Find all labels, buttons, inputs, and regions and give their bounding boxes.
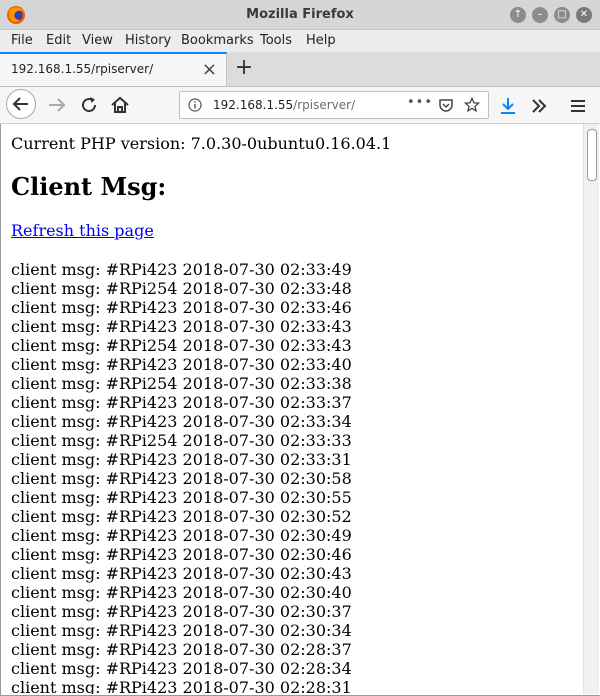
message-line: client msg: #RPi254 2018-07-30 02:33:38 [11, 374, 352, 393]
message-line: client msg: #RPi254 2018-07-30 02:33:43 [11, 336, 352, 355]
home-icon[interactable] [108, 93, 132, 117]
tab-active[interactable]: 192.168.1.55/rpiserver/ × [0, 52, 227, 86]
info-icon[interactable] [188, 98, 202, 112]
message-line: client msg: #RPi423 2018-07-30 02:30:34 [11, 621, 352, 640]
window-border-left [0, 124, 1, 696]
message-line: client msg: #RPi423 2018-07-30 02:30:40 [11, 583, 352, 602]
message-line: client msg: #RPi423 2018-07-30 02:30:49 [11, 526, 352, 545]
pocket-icon[interactable] [438, 97, 454, 113]
message-line: client msg: #RPi423 2018-07-30 02:28:37 [11, 640, 352, 659]
menu-file[interactable]: File [11, 33, 33, 48]
message-line: client msg: #RPi423 2018-07-30 02:33:49 [11, 260, 352, 279]
url-path: /rpiserver/ [293, 98, 356, 112]
message-line: client msg: #RPi423 2018-07-30 02:28:31 [11, 678, 352, 694]
back-icon [12, 97, 28, 111]
menu-edit[interactable]: Edit [46, 33, 71, 48]
tab-close-icon[interactable]: × [202, 59, 217, 80]
menu-bookmarks[interactable]: Bookmarks [181, 33, 254, 48]
vertical-scrollbar[interactable] [583, 124, 599, 694]
message-line: client msg: #RPi423 2018-07-30 02:33:43 [11, 317, 352, 336]
window-titlebar: Mozilla Firefox ↑ – □ ✕ [0, 0, 600, 30]
message-line: client msg: #RPi423 2018-07-30 02:30:55 [11, 488, 352, 507]
nav-toolbar: 192.168.1.55/rpiserver/ ••• [0, 87, 600, 124]
reload-icon[interactable] [77, 93, 101, 117]
new-tab-icon[interactable]: + [232, 55, 256, 80]
message-line: client msg: #RPi423 2018-07-30 02:33:34 [11, 412, 352, 431]
scrollbar-thumb[interactable] [587, 129, 597, 181]
tab-label: 192.168.1.55/rpiserver/ [11, 62, 154, 76]
message-line: client msg: #RPi254 2018-07-30 02:33:33 [11, 431, 352, 450]
message-line: client msg: #RPi423 2018-07-30 02:30:46 [11, 545, 352, 564]
page-actions-icon[interactable]: ••• [407, 95, 433, 110]
page-heading: Client Msg: [11, 172, 167, 201]
forward-icon[interactable] [45, 93, 69, 117]
message-line: client msg: #RPi423 2018-07-30 02:33:31 [11, 450, 352, 469]
message-line: client msg: #RPi423 2018-07-30 02:30:52 [11, 507, 352, 526]
close-icon[interactable]: ✕ [576, 7, 592, 23]
download-icon[interactable] [496, 94, 520, 118]
page-content: Current PHP version: 7.0.30-0ubuntu0.16.… [1, 124, 583, 694]
bookmark-star-icon[interactable] [464, 97, 480, 113]
php-version-text: Current PHP version: 7.0.30-0ubuntu0.16.… [11, 134, 392, 153]
message-line: client msg: #RPi423 2018-07-30 02:28:34 [11, 659, 352, 678]
url-bar[interactable]: 192.168.1.55/rpiserver/ ••• [179, 91, 489, 119]
message-line: client msg: #RPi423 2018-07-30 02:30:37 [11, 602, 352, 621]
message-line: client msg: #RPi423 2018-07-30 02:30:43 [11, 564, 352, 583]
overflow-icon[interactable] [527, 94, 551, 118]
menu-bar: File Edit View History Bookmarks Tools H… [0, 30, 600, 52]
hamburger-menu-icon[interactable] [566, 94, 590, 118]
menu-view[interactable]: View [82, 33, 113, 48]
window-up-icon[interactable]: ↑ [510, 7, 526, 23]
message-line: client msg: #RPi423 2018-07-30 02:30:58 [11, 469, 352, 488]
message-line: client msg: #RPi423 2018-07-30 02:33:40 [11, 355, 352, 374]
back-button[interactable] [6, 89, 36, 119]
refresh-link[interactable]: Refresh this page [11, 221, 154, 240]
message-list: client msg: #RPi423 2018-07-30 02:33:49 … [11, 260, 571, 694]
url-host: 192.168.1.55 [213, 98, 294, 112]
minimize-icon[interactable]: – [532, 7, 548, 23]
menu-help[interactable]: Help [306, 33, 336, 48]
message-line: client msg: #RPi254 2018-07-30 02:33:48 [11, 279, 352, 298]
tab-bar: 192.168.1.55/rpiserver/ × + [0, 52, 600, 87]
url-text[interactable]: 192.168.1.55/rpiserver/ [213, 98, 355, 112]
menu-history[interactable]: History [125, 33, 171, 48]
menu-tools[interactable]: Tools [260, 33, 292, 48]
message-line: client msg: #RPi423 2018-07-30 02:33:37 [11, 393, 352, 412]
message-line: client msg: #RPi423 2018-07-30 02:33:46 [11, 298, 352, 317]
maximize-icon[interactable]: □ [554, 7, 570, 23]
